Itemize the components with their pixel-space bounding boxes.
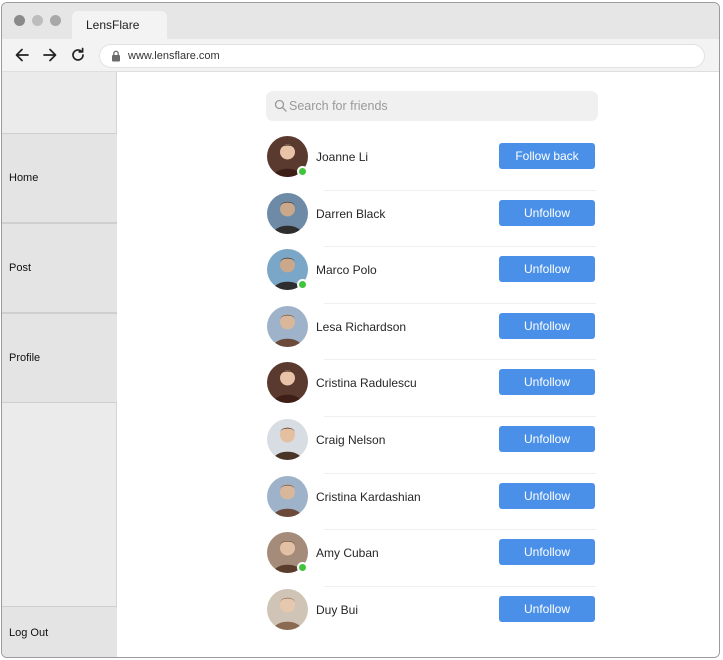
online-status-indicator xyxy=(297,562,308,574)
list-item: Darren Black Unfollow xyxy=(266,191,598,248)
friend-name: Duy Bui xyxy=(316,602,359,617)
avatar[interactable] xyxy=(267,418,308,460)
sidebar-item-profile[interactable]: Profile xyxy=(2,313,117,403)
friend-list: Joanne Li Follow back Darren Black Unfollow… xyxy=(266,134,598,643)
list-item: Marco Polo Unfollow xyxy=(266,247,598,304)
unfollow-button[interactable]: Unfollow xyxy=(499,312,595,339)
avatar-image xyxy=(267,305,308,347)
friend-name: Darren Black xyxy=(316,206,386,221)
reload-icon[interactable] xyxy=(68,45,88,65)
avatar[interactable] xyxy=(267,249,308,291)
unfollow-button[interactable]: Unfollow xyxy=(499,256,595,283)
unfollow-button[interactable]: Unfollow xyxy=(499,199,595,226)
friend-name: Cristina Kardashian xyxy=(316,489,421,504)
list-item: Amy Cuban Unfollow xyxy=(266,530,598,587)
sidebar-item-post[interactable]: Post xyxy=(2,223,117,313)
unfollow-button[interactable]: Unfollow xyxy=(499,539,595,566)
sidebar-item-home[interactable]: Home xyxy=(2,133,117,223)
browser-tab[interactable]: LensFlare xyxy=(72,11,167,39)
online-status-indicator xyxy=(297,166,308,177)
avatar[interactable] xyxy=(267,192,308,234)
avatar[interactable] xyxy=(267,136,308,177)
browser-toolbar: www.lensflare.com xyxy=(2,39,719,72)
avatar[interactable] xyxy=(267,588,308,630)
logout-button[interactable]: Log Out xyxy=(2,606,117,657)
friend-name: Joanne Li xyxy=(316,150,369,164)
url-text: www.lensflare.com xyxy=(128,50,220,62)
list-item: Lesa Richardson Unfollow xyxy=(266,304,598,361)
address-bar[interactable]: www.lensflare.com xyxy=(99,44,705,68)
window-controls xyxy=(14,15,61,26)
avatar-image xyxy=(267,418,308,460)
list-item: Joanne Li Follow back xyxy=(266,134,598,191)
unfollow-button[interactable]: Unfollow xyxy=(499,595,595,622)
maximize-window-button[interactable] xyxy=(50,15,61,26)
avatar[interactable] xyxy=(267,475,308,517)
forward-arrow-icon[interactable] xyxy=(40,45,60,65)
lock-icon xyxy=(112,50,120,62)
unfollow-button[interactable]: Unfollow xyxy=(499,369,595,396)
follow-back-button[interactable]: Follow back xyxy=(499,143,595,169)
sidebar: Home Post Profile Log Out xyxy=(2,72,117,657)
avatar-image xyxy=(267,362,308,404)
avatar-image xyxy=(267,588,308,630)
tab-bar: LensFlare xyxy=(2,3,719,39)
list-item: Cristina Kardashian Unfollow xyxy=(266,474,598,531)
avatar-image xyxy=(267,475,308,517)
search-icon xyxy=(274,99,287,112)
friend-name: Amy Cuban xyxy=(316,546,379,561)
main-content: Joanne Li Follow back Darren Black Unfollow… xyxy=(118,72,719,657)
avatar-image xyxy=(267,192,308,234)
avatar[interactable] xyxy=(267,362,308,404)
list-item: Craig Nelson Unfollow xyxy=(266,417,598,474)
friend-name: Lesa Richardson xyxy=(316,319,407,334)
unfollow-button[interactable]: Unfollow xyxy=(499,482,595,509)
back-arrow-icon[interactable] xyxy=(12,45,32,65)
close-window-button[interactable] xyxy=(14,15,25,26)
friend-name: Craig Nelson xyxy=(316,432,386,447)
avatar[interactable] xyxy=(267,532,308,574)
online-status-indicator xyxy=(297,279,308,291)
friend-name: Cristina Radulescu xyxy=(316,376,417,391)
avatar[interactable] xyxy=(267,305,308,347)
search-bar xyxy=(266,91,598,121)
list-item: Cristina Radulescu Unfollow xyxy=(266,360,598,417)
friend-name: Marco Polo xyxy=(316,263,377,278)
list-item: Duy Bui Unfollow xyxy=(266,587,598,644)
browser-window: LensFlare www.lensflare.com Home Post Pr… xyxy=(1,2,720,658)
unfollow-button[interactable]: Unfollow xyxy=(499,425,595,452)
minimize-window-button[interactable] xyxy=(32,15,43,26)
search-input[interactable] xyxy=(289,91,589,121)
